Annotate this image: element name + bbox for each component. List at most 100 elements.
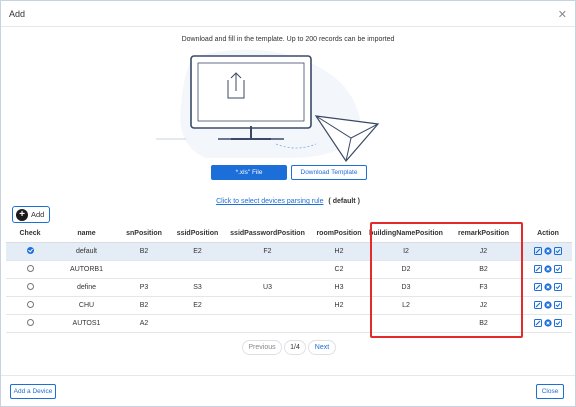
table-row[interactable]: CHU B2 E2 H2 L2 J2 — [6, 296, 572, 315]
upload-illustration — [156, 49, 380, 162]
cell-action — [524, 296, 572, 315]
table-row[interactable]: default B2 E2 F2 H2 I2 J2 — [6, 242, 572, 261]
cell-check — [6, 242, 54, 261]
col-sn-position: snPosition — [119, 226, 169, 243]
cell-check — [6, 296, 54, 315]
add-rule-label: Add — [31, 210, 45, 219]
cell-action — [524, 278, 572, 297]
cell-room-position: H2 — [309, 242, 369, 261]
close-icon[interactable]: ✕ — [558, 8, 567, 21]
edit-icon[interactable] — [534, 265, 542, 273]
add-device-button[interactable]: Add a Device — [10, 384, 56, 399]
row-radio[interactable] — [26, 283, 34, 291]
parsing-rule-link[interactable]: Click to select devices parsing rule — [216, 198, 323, 205]
cell-check — [6, 260, 54, 279]
plus-icon: + — [16, 209, 28, 221]
cell-ssid-password-position: F2 — [226, 242, 309, 261]
parsing-rule-line: Click to select devices parsing rule ( d… — [1, 198, 575, 205]
cell-building-name-position: D3 — [369, 278, 443, 297]
col-remark-position: remarkPosition — [443, 226, 524, 243]
cell-sn-position — [119, 260, 169, 279]
cell-ssid-password-position — [226, 260, 309, 279]
check-icon[interactable] — [554, 301, 562, 309]
page-indicator: 1/4 — [284, 340, 306, 355]
cell-action — [524, 242, 572, 261]
delete-icon[interactable] — [544, 283, 552, 291]
close-button[interactable]: Close — [536, 384, 564, 399]
cell-action — [524, 260, 572, 279]
xls-file-button[interactable]: *.xls" File — [211, 165, 287, 180]
cell-name: default — [54, 242, 119, 261]
cell-ssid-position: E2 — [169, 296, 226, 315]
cell-room-position — [309, 314, 369, 333]
cell-sn-position: B2 — [119, 296, 169, 315]
cell-sn-position: P3 — [119, 278, 169, 297]
next-page-button[interactable]: Next — [308, 340, 336, 355]
cell-ssid-position — [169, 260, 226, 279]
col-building-name-position: buildingNamePosition — [369, 226, 443, 243]
cell-ssid-password-position — [226, 296, 309, 315]
edit-icon[interactable] — [534, 247, 542, 255]
delete-icon[interactable] — [544, 301, 552, 309]
cell-building-name-position: L2 — [369, 296, 443, 315]
footer-divider — [1, 375, 575, 376]
cell-remark-position: J2 — [443, 242, 524, 261]
delete-icon[interactable] — [544, 265, 552, 273]
cell-ssid-position — [169, 314, 226, 333]
dialog-title-bar: Add ✕ — [1, 1, 575, 27]
cell-ssid-position: S3 — [169, 278, 226, 297]
table-row[interactable]: define P3 S3 U3 H3 D3 F3 — [6, 278, 572, 297]
cell-room-position: H3 — [309, 278, 369, 297]
col-check: Check — [6, 226, 54, 243]
check-icon[interactable] — [554, 283, 562, 291]
parsing-rules-table: Check name snPosition ssidPosition ssidP… — [6, 226, 572, 333]
cell-sn-position: B2 — [119, 242, 169, 261]
cell-name: AUTORB1 — [54, 260, 119, 279]
dialog-title: Add — [9, 9, 26, 19]
cell-ssid-password-position: U3 — [226, 278, 309, 297]
add-rule-button[interactable]: + Add — [12, 206, 50, 223]
cell-remark-position: B2 — [443, 260, 524, 279]
row-radio[interactable] — [26, 265, 34, 273]
cell-remark-position: B2 — [443, 314, 524, 333]
edit-icon[interactable] — [534, 283, 542, 291]
cell-remark-position: J2 — [443, 296, 524, 315]
cell-check — [6, 278, 54, 297]
import-hint: Download and fill in the template. Up to… — [181, 36, 395, 43]
cell-remark-position: F3 — [443, 278, 524, 297]
col-name: name — [54, 226, 119, 243]
col-action: Action — [524, 226, 572, 243]
download-template-button[interactable]: Download Template — [291, 165, 367, 180]
cell-name: AUTOS1 — [54, 314, 119, 333]
row-radio[interactable] — [26, 301, 34, 309]
parsing-rule-value: ( default ) — [328, 198, 360, 205]
add-dialog: Add ✕ Download and fill in the template.… — [0, 0, 576, 407]
cell-sn-position: A2 — [119, 314, 169, 333]
check-icon[interactable] — [554, 265, 562, 273]
check-icon[interactable] — [554, 247, 562, 255]
edit-icon[interactable] — [534, 319, 542, 327]
cell-ssid-position: E2 — [169, 242, 226, 261]
table-row[interactable]: AUTOS1 A2 B2 — [6, 314, 572, 333]
col-room-position: roomPosition — [309, 226, 369, 243]
cell-building-name-position: D2 — [369, 260, 443, 279]
delete-icon[interactable] — [544, 319, 552, 327]
col-ssid-position: ssidPosition — [169, 226, 226, 243]
col-ssid-password-position: ssidPasswordPosition — [226, 226, 309, 243]
row-radio[interactable] — [26, 319, 34, 327]
cell-name: define — [54, 278, 119, 297]
edit-icon[interactable] — [534, 301, 542, 309]
cell-check — [6, 314, 54, 333]
table-row[interactable]: AUTORB1 C2 D2 B2 — [6, 260, 572, 279]
previous-page-button[interactable]: Previous — [242, 340, 282, 355]
delete-icon[interactable] — [544, 247, 552, 255]
check-icon[interactable] — [554, 319, 562, 327]
row-radio[interactable] — [26, 247, 34, 255]
table-header-row: Check name snPosition ssidPosition ssidP… — [6, 226, 572, 243]
cell-name: CHU — [54, 296, 119, 315]
cell-building-name-position — [369, 314, 443, 333]
table-body: default B2 E2 F2 H2 I2 J2 AUTORB1 C2 D2 B2 define P3… — [6, 242, 572, 333]
cell-ssid-password-position — [226, 314, 309, 333]
cell-room-position: C2 — [309, 260, 369, 279]
cell-building-name-position: I2 — [369, 242, 443, 261]
